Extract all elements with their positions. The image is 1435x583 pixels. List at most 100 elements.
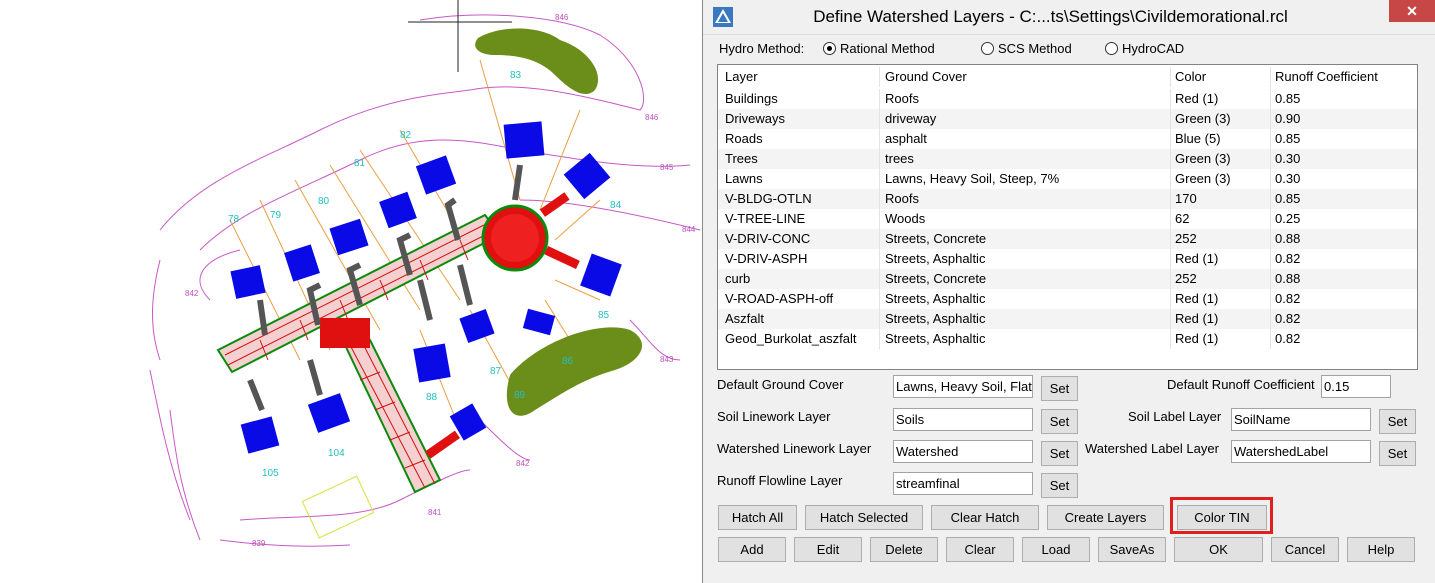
- hatch-all-button[interactable]: Hatch All: [718, 505, 797, 530]
- default-ground-cover-field[interactable]: Lawns, Heavy Soil, Flat: [893, 375, 1033, 398]
- runoff-coefficient-cell[interactable]: 0.82: [1275, 309, 1415, 329]
- layer-cell[interactable]: Roads: [725, 129, 875, 149]
- help-button[interactable]: Help: [1347, 537, 1415, 562]
- layer-cell[interactable]: V-DRIV-CONC: [725, 229, 875, 249]
- table-row[interactable]: Geod_Burkolat_aszfalt Streets, Asphaltic R…: [718, 329, 1417, 349]
- table-row[interactable]: Buildings Roofs Red (1) 0.85: [718, 89, 1417, 109]
- color-cell[interactable]: 252: [1175, 269, 1270, 289]
- column-header-color[interactable]: Color: [1175, 67, 1270, 87]
- color-cell[interactable]: Green (3): [1175, 169, 1270, 189]
- table-row[interactable]: Trees trees Green (3) 0.30: [718, 149, 1417, 169]
- layer-grid[interactable]: Layer Ground Cover Color Runoff Coeffici…: [717, 64, 1418, 370]
- color-cell[interactable]: Red (1): [1175, 289, 1270, 309]
- color-cell[interactable]: Red (1): [1175, 329, 1270, 349]
- color-cell[interactable]: Red (1): [1175, 89, 1270, 109]
- layer-cell[interactable]: Lawns: [725, 169, 875, 189]
- layer-cell[interactable]: curb: [725, 269, 875, 289]
- ground-cover-cell[interactable]: Streets, Asphaltic: [885, 329, 1170, 349]
- layer-cell[interactable]: Aszfalt: [725, 309, 875, 329]
- layer-cell[interactable]: Buildings: [725, 89, 875, 109]
- runoff-coefficient-cell[interactable]: 0.25: [1275, 209, 1415, 229]
- table-row[interactable]: curb Streets, Concrete 252 0.88: [718, 269, 1417, 289]
- radio-hydrocad[interactable]: HydroCAD: [1105, 41, 1184, 56]
- runoff-coefficient-cell[interactable]: 0.82: [1275, 249, 1415, 269]
- create-layers-button[interactable]: Create Layers: [1047, 505, 1164, 530]
- ground-cover-cell[interactable]: Streets, Asphaltic: [885, 289, 1170, 309]
- table-row[interactable]: Roads asphalt Blue (5) 0.85: [718, 129, 1417, 149]
- table-row[interactable]: Lawns Lawns, Heavy Soil, Steep, 7% Green (…: [718, 169, 1417, 189]
- runoff-coefficient-cell[interactable]: 0.30: [1275, 149, 1415, 169]
- ground-cover-cell[interactable]: Roofs: [885, 189, 1170, 209]
- set-watershed-linework-button[interactable]: Set: [1041, 441, 1078, 466]
- edit-button[interactable]: Edit: [794, 537, 862, 562]
- radio-scs-method[interactable]: SCS Method: [981, 41, 1072, 56]
- ground-cover-cell[interactable]: Roofs: [885, 89, 1170, 109]
- table-row[interactable]: V-TREE-LINE Woods 62 0.25: [718, 209, 1417, 229]
- color-cell[interactable]: Blue (5): [1175, 129, 1270, 149]
- layer-cell[interactable]: V-ROAD-ASPH-off: [725, 289, 875, 309]
- column-header-layer[interactable]: Layer: [725, 67, 875, 87]
- runoff-coefficient-cell[interactable]: 0.88: [1275, 229, 1415, 249]
- ground-cover-cell[interactable]: trees: [885, 149, 1170, 169]
- default-runoff-coefficient-field[interactable]: 0.15: [1321, 375, 1391, 398]
- set-soil-linework-button[interactable]: Set: [1041, 409, 1078, 434]
- color-cell[interactable]: Red (1): [1175, 249, 1270, 269]
- hatch-selected-button[interactable]: Hatch Selected: [805, 505, 923, 530]
- add-button[interactable]: Add: [718, 537, 786, 562]
- set-runoff-flowline-button[interactable]: Set: [1041, 473, 1078, 498]
- table-row[interactable]: Aszfalt Streets, Asphaltic Red (1) 0.82: [718, 309, 1417, 329]
- runoff-coefficient-cell[interactable]: 0.85: [1275, 189, 1415, 209]
- radio-rational-method[interactable]: Rational Method: [823, 41, 935, 56]
- runoff-coefficient-cell[interactable]: 0.85: [1275, 129, 1415, 149]
- runoff-coefficient-cell[interactable]: 0.30: [1275, 169, 1415, 189]
- watershed-linework-layer-field[interactable]: Watershed: [893, 440, 1033, 463]
- ok-button[interactable]: OK: [1174, 537, 1263, 562]
- ground-cover-cell[interactable]: Streets, Concrete: [885, 269, 1170, 289]
- ground-cover-cell[interactable]: driveway: [885, 109, 1170, 129]
- ground-cover-cell[interactable]: Lawns, Heavy Soil, Steep, 7%: [885, 169, 1170, 189]
- ground-cover-cell[interactable]: Streets, Asphaltic: [885, 309, 1170, 329]
- ground-cover-cell[interactable]: Streets, Concrete: [885, 229, 1170, 249]
- delete-button[interactable]: Delete: [870, 537, 938, 562]
- color-cell[interactable]: Green (3): [1175, 149, 1270, 169]
- load-button[interactable]: Load: [1022, 537, 1090, 562]
- ground-cover-cell[interactable]: asphalt: [885, 129, 1170, 149]
- color-cell[interactable]: Green (3): [1175, 109, 1270, 129]
- ground-cover-cell[interactable]: Streets, Asphaltic: [885, 249, 1170, 269]
- ground-cover-cell[interactable]: Woods: [885, 209, 1170, 229]
- close-button[interactable]: ✕: [1389, 0, 1435, 22]
- runoff-coefficient-cell[interactable]: 0.88: [1275, 269, 1415, 289]
- saveas-button[interactable]: SaveAs: [1098, 537, 1166, 562]
- runoff-coefficient-cell[interactable]: 0.90: [1275, 109, 1415, 129]
- set-default-ground-cover-button[interactable]: Set: [1041, 376, 1078, 401]
- layer-cell[interactable]: V-BLDG-OTLN: [725, 189, 875, 209]
- runoff-coefficient-cell[interactable]: 0.82: [1275, 329, 1415, 349]
- column-header-runoff-coefficient[interactable]: Runoff Coefficient: [1275, 67, 1415, 87]
- table-row[interactable]: V-DRIV-ASPH Streets, Asphaltic Red (1) 0.82: [718, 249, 1417, 269]
- set-watershed-label-button[interactable]: Set: [1379, 441, 1416, 466]
- table-row[interactable]: Driveways driveway Green (3) 0.90: [718, 109, 1417, 129]
- color-cell[interactable]: 170: [1175, 189, 1270, 209]
- soil-label-layer-field[interactable]: SoilName: [1231, 408, 1371, 431]
- layer-cell[interactable]: V-TREE-LINE: [725, 209, 875, 229]
- runoff-flowline-layer-field[interactable]: streamfinal: [893, 472, 1033, 495]
- layer-cell[interactable]: Trees: [725, 149, 875, 169]
- clear-button[interactable]: Clear: [946, 537, 1014, 562]
- column-header-ground-cover[interactable]: Ground Cover: [885, 67, 1170, 87]
- runoff-coefficient-cell[interactable]: 0.85: [1275, 89, 1415, 109]
- table-row[interactable]: V-BLDG-OTLN Roofs 170 0.85: [718, 189, 1417, 209]
- layer-cell[interactable]: Geod_Burkolat_aszfalt: [725, 329, 875, 349]
- runoff-coefficient-cell[interactable]: 0.82: [1275, 289, 1415, 309]
- color-cell[interactable]: 62: [1175, 209, 1270, 229]
- title-bar[interactable]: Define Watershed Layers - C:...ts\Settin…: [703, 0, 1435, 35]
- cancel-button[interactable]: Cancel: [1271, 537, 1339, 562]
- clear-hatch-button[interactable]: Clear Hatch: [931, 505, 1039, 530]
- cad-drawing-viewport[interactable]: 78 79 80 81 82 83 84 85 86 87 88 89 104 …: [0, 0, 702, 583]
- set-soil-label-button[interactable]: Set: [1379, 409, 1416, 434]
- color-cell[interactable]: 252: [1175, 229, 1270, 249]
- layer-cell[interactable]: V-DRIV-ASPH: [725, 249, 875, 269]
- table-row[interactable]: V-DRIV-CONC Streets, Concrete 252 0.88: [718, 229, 1417, 249]
- color-cell[interactable]: Red (1): [1175, 309, 1270, 329]
- soil-linework-layer-field[interactable]: Soils: [893, 408, 1033, 431]
- table-row[interactable]: V-ROAD-ASPH-off Streets, Asphaltic Red (1)…: [718, 289, 1417, 309]
